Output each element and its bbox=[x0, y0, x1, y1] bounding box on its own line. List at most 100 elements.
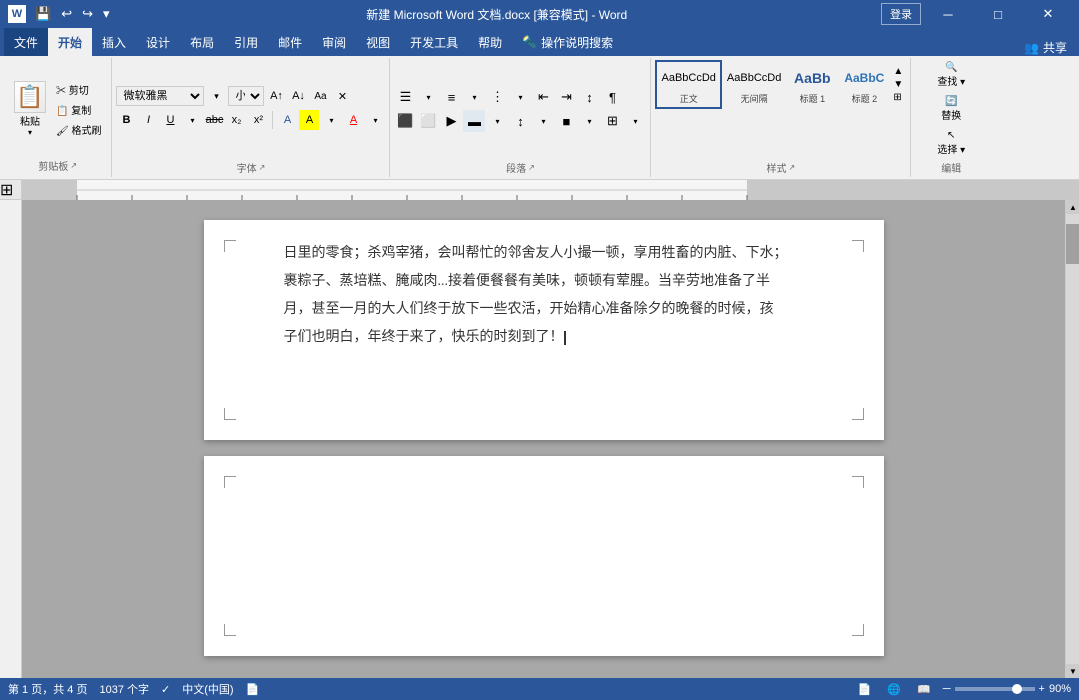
scroll-track[interactable] bbox=[1066, 214, 1079, 664]
indent-increase-btn[interactable]: ⇥ bbox=[555, 86, 577, 108]
login-button[interactable]: 登录 bbox=[881, 3, 921, 25]
font-color-dropdown[interactable]: ▾ bbox=[321, 110, 341, 130]
restore-button[interactable]: □ bbox=[975, 0, 1021, 28]
page-1[interactable]: 日里的零食；杀鸡宰猪，会叫帮忙的邻舍友人小撮一顿，享用牲畜的内脏、下水； 裹粽子… bbox=[204, 220, 884, 440]
undo-button[interactable]: ↩ bbox=[58, 4, 75, 24]
ruler-corner[interactable]: ⊞ bbox=[0, 180, 22, 200]
scroll-down-btn[interactable]: ▼ bbox=[1066, 664, 1079, 678]
underline-button[interactable]: U bbox=[160, 110, 180, 130]
bold-button[interactable]: B bbox=[116, 110, 136, 130]
clipboard-expand-icon[interactable]: ↗ bbox=[70, 161, 77, 170]
font-grow-btn[interactable]: A↑ bbox=[266, 86, 286, 106]
list-numbered-btn[interactable]: ≡ bbox=[440, 86, 462, 108]
paragraph-1[interactable]: 日里的零食；杀鸡宰猪，会叫帮忙的邻舍友人小撮一顿，享用牲畜的内脏、下水； bbox=[284, 240, 804, 268]
tab-insert[interactable]: 插入 bbox=[92, 28, 136, 56]
save-button[interactable]: 💾 bbox=[32, 4, 54, 24]
align-center-btn[interactable]: ⬜ bbox=[417, 110, 439, 132]
tab-layout[interactable]: 布局 bbox=[180, 28, 224, 56]
border-btn[interactable]: ⊞ bbox=[601, 110, 623, 132]
scroll-thumb[interactable] bbox=[1066, 224, 1079, 264]
tab-view[interactable]: 视图 bbox=[356, 28, 400, 56]
style-no-spacing[interactable]: AaBbCcDd 无间隔 bbox=[722, 61, 786, 108]
case-btn[interactable]: Aa bbox=[310, 86, 330, 106]
highlight-btn[interactable]: A bbox=[299, 110, 319, 130]
clear-format-btn[interactable]: ✕ bbox=[332, 86, 352, 106]
tab-file[interactable]: 文件 bbox=[4, 28, 48, 56]
text-effect-btn[interactable]: A bbox=[277, 110, 297, 130]
font-expand-btn[interactable]: ▾ bbox=[206, 86, 226, 106]
page-1-content[interactable]: 日里的零食；杀鸡宰猪，会叫帮忙的邻舍友人小撮一顿，享用牲畜的内脏、下水； 裹粽子… bbox=[284, 240, 804, 352]
web-layout-btn[interactable]: 🌐 bbox=[883, 682, 905, 697]
list-outline-dropdown[interactable]: ▾ bbox=[509, 86, 531, 108]
styles-expand-icon[interactable]: ↗ bbox=[789, 163, 796, 172]
format-painter-button[interactable]: 🖌 格式刷 bbox=[52, 120, 105, 139]
read-mode-btn[interactable]: 📖 bbox=[913, 682, 935, 697]
tab-design[interactable]: 设计 bbox=[136, 28, 180, 56]
font-expand-icon[interactable]: ↗ bbox=[259, 163, 266, 172]
show-marks-btn[interactable]: ¶ bbox=[601, 86, 623, 108]
redo-button[interactable]: ↪ bbox=[79, 4, 96, 24]
tab-home[interactable]: 开始 bbox=[48, 28, 92, 56]
tab-search[interactable]: 🔦操作说明搜索 bbox=[512, 28, 623, 56]
tab-mailings[interactable]: 邮件 bbox=[268, 28, 312, 56]
paragraph-3[interactable]: 月，甚至一月的大人们终于放下一些农活，开始精心准备除夕的晚餐的时候，孩 bbox=[284, 296, 804, 324]
paragraph-4[interactable]: 子们也明白，年终于来了，快乐的时刻到了！ bbox=[284, 324, 804, 352]
list-numbered-dropdown[interactable]: ▾ bbox=[463, 86, 485, 108]
paragraph-expand-icon[interactable]: ↗ bbox=[528, 163, 535, 172]
cut-button[interactable]: ✂ 剪切 bbox=[52, 80, 105, 99]
style-heading2[interactable]: AaBbC 标题 2 bbox=[838, 61, 890, 108]
strikethrough-button[interactable]: abc bbox=[204, 110, 224, 130]
style-normal[interactable]: AaBbCcDd 正文 bbox=[655, 60, 721, 109]
minimize-button[interactable]: ─ bbox=[925, 0, 971, 28]
zoom-out-btn[interactable]: ─ bbox=[943, 683, 951, 695]
paste-button[interactable]: 📋 粘贴 ▾ bbox=[10, 79, 50, 139]
align-justify-btn[interactable]: ▬ bbox=[463, 110, 485, 132]
shading-dropdown[interactable]: ▾ bbox=[578, 110, 600, 132]
font-family-select[interactable]: 微软雅黑 bbox=[116, 86, 204, 106]
share-button[interactable]: 👥 共享 bbox=[1016, 39, 1075, 56]
font-color-btn[interactable]: A bbox=[343, 110, 363, 130]
sort-btn[interactable]: ↕ bbox=[578, 86, 600, 108]
styles-expand-btn[interactable]: ⊞ bbox=[892, 91, 904, 104]
close-button[interactable]: ✕ bbox=[1025, 0, 1071, 28]
scroll-up-btn[interactable]: ▲ bbox=[1066, 200, 1079, 214]
font-color-btn2[interactable]: ▾ bbox=[365, 110, 385, 130]
replace-button[interactable]: 🔄 替换 bbox=[933, 94, 969, 124]
find-button[interactable]: 🔍 查找 ▾ bbox=[933, 60, 969, 90]
vertical-scrollbar[interactable]: ▲ ▼ bbox=[1065, 200, 1079, 678]
tab-developer[interactable]: 开发工具 bbox=[400, 28, 468, 56]
more-quick-button[interactable]: ▾ bbox=[100, 4, 113, 24]
shading-btn[interactable]: ■ bbox=[555, 110, 577, 132]
style-heading1[interactable]: AaBb 标题 1 bbox=[786, 61, 838, 108]
document-area[interactable]: 日里的零食；杀鸡宰猪，会叫帮忙的邻舍友人小撮一顿，享用牲畜的内脏、下水； 裹粽子… bbox=[22, 200, 1065, 678]
select-button[interactable]: ↖ 选择 ▾ bbox=[933, 128, 969, 158]
line-spacing-btn[interactable]: ↕ bbox=[509, 110, 531, 132]
border-dropdown[interactable]: ▾ bbox=[624, 110, 646, 132]
zoom-level[interactable]: 90% bbox=[1049, 683, 1071, 695]
zoom-slider[interactable] bbox=[955, 687, 1035, 691]
font-shrink-btn[interactable]: A↓ bbox=[288, 86, 308, 106]
styles-up-btn[interactable]: ▲ bbox=[892, 65, 904, 78]
list-outline-btn[interactable]: ⋮ bbox=[486, 86, 508, 108]
focus-mode-icon[interactable]: 📄 bbox=[246, 683, 260, 696]
tab-help[interactable]: 帮助 bbox=[468, 28, 512, 56]
align-justify-dropdown[interactable]: ▾ bbox=[486, 110, 508, 132]
zoom-thumb[interactable] bbox=[1012, 684, 1022, 694]
indent-decrease-btn[interactable]: ⇤ bbox=[532, 86, 554, 108]
line-spacing-dropdown[interactable]: ▾ bbox=[532, 110, 554, 132]
underline-dropdown[interactable]: ▾ bbox=[182, 110, 202, 130]
proofing-icon[interactable]: ✓ bbox=[161, 683, 170, 696]
page-2[interactable] bbox=[204, 456, 884, 656]
superscript-button[interactable]: x² bbox=[248, 110, 268, 130]
print-layout-btn[interactable]: 📄 bbox=[854, 682, 876, 697]
italic-button[interactable]: I bbox=[138, 110, 158, 130]
list-bullets-dropdown[interactable]: ▾ bbox=[417, 86, 439, 108]
zoom-in-btn[interactable]: + bbox=[1039, 683, 1045, 695]
list-bullets-btn[interactable]: ☰ bbox=[394, 86, 416, 108]
align-right-btn[interactable]: ▶ bbox=[440, 110, 462, 132]
subscript-button[interactable]: x₂ bbox=[226, 110, 246, 130]
copy-button[interactable]: 📋 复制 bbox=[52, 100, 105, 119]
font-size-select[interactable]: 小四 bbox=[228, 86, 264, 106]
align-left-btn[interactable]: ⬛ bbox=[394, 110, 416, 132]
paragraph-2[interactable]: 裹粽子、蒸培糕、腌咸肉...接着便餐餐有美味，顿顿有荤腥。当辛劳地准备了半 bbox=[284, 268, 804, 296]
